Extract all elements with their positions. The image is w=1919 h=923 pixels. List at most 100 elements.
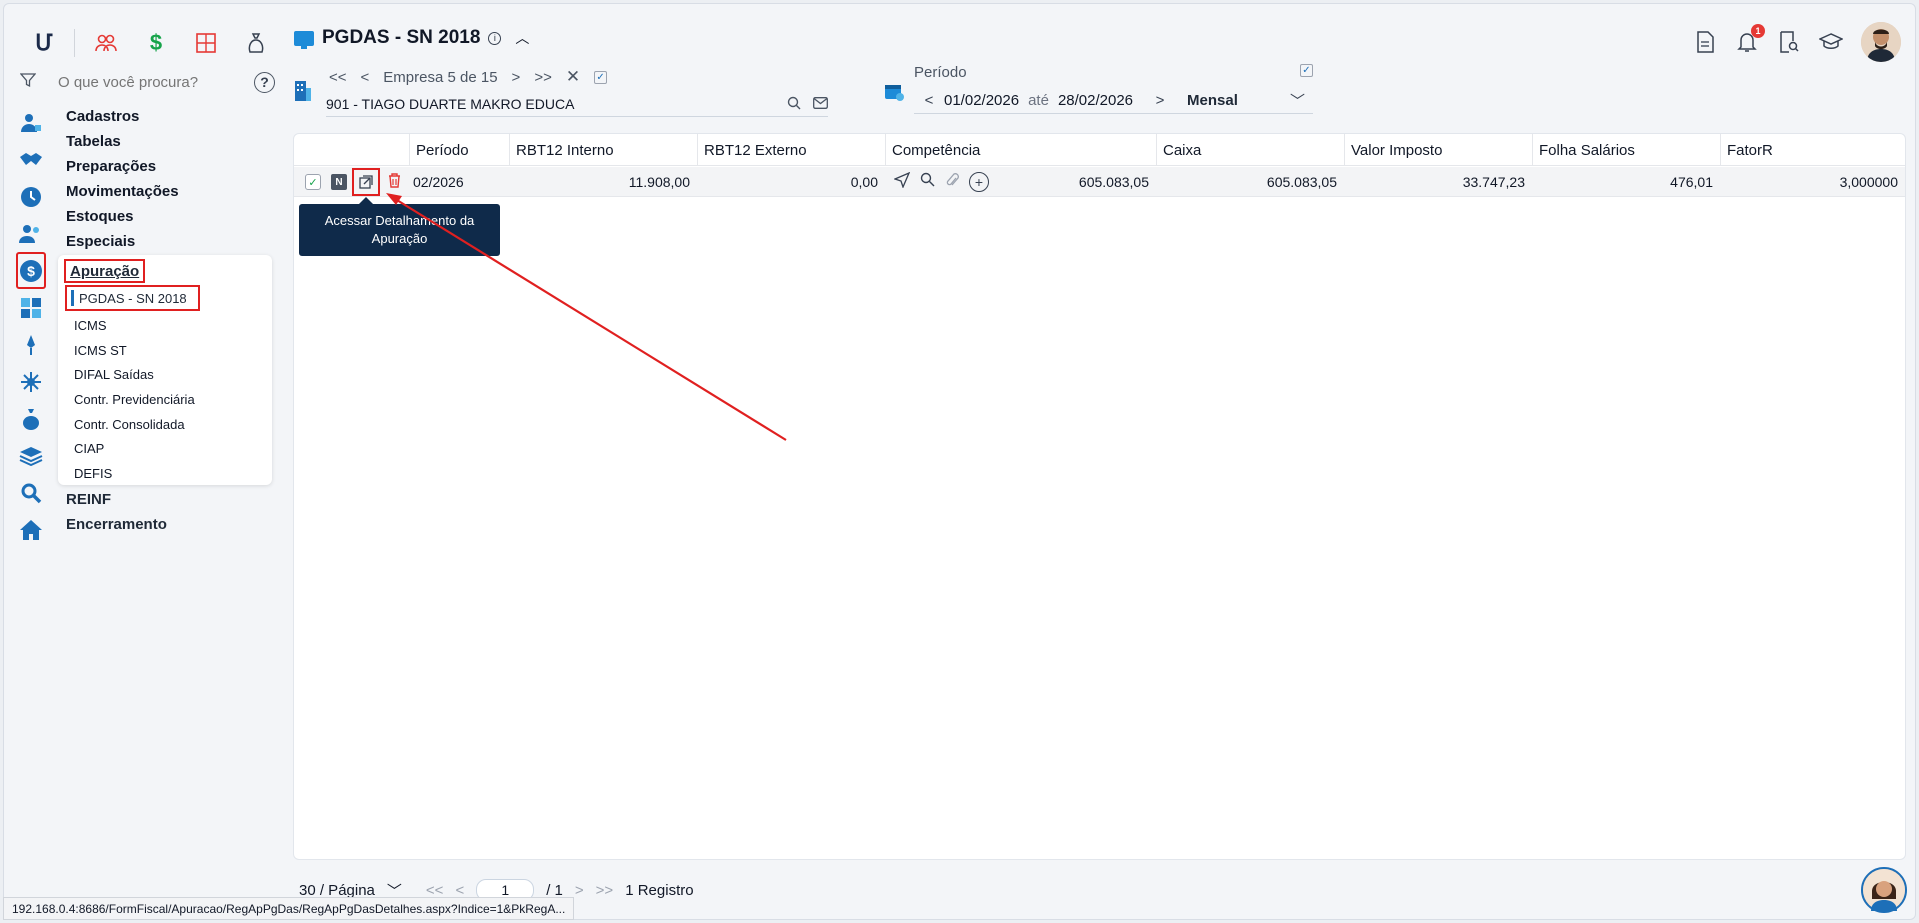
periodo-range: < 01/02/2026 até 28/02/2026 > Mensal ﹀ <box>914 87 1313 114</box>
menu-item-cadastros[interactable]: Cadastros <box>66 104 276 129</box>
dollar-icon[interactable]: $ <box>131 28 181 58</box>
divider <box>74 29 75 57</box>
document-icon[interactable] <box>1693 30 1717 54</box>
user-avatar[interactable] <box>1861 22 1901 62</box>
next-chevron-icon[interactable]: > <box>512 69 521 86</box>
filter-icon[interactable] <box>19 72 42 93</box>
table-row[interactable]: ✓ N 02/2026 11.908,00 0,00 + 605.083,05 … <box>294 167 1905 197</box>
submenu-item-difal[interactable]: DIFAL Saídas <box>74 362 195 387</box>
menu-item-especiais[interactable]: Especiais <box>66 229 276 254</box>
home-icon[interactable] <box>16 511 46 548</box>
cell-rbt12-interno: 11.908,00 <box>628 174 690 190</box>
periodo-selector: Período ✓ < 01/02/2026 até 28/02/2026 > … <box>884 64 1319 114</box>
mail-icon[interactable] <box>813 96 828 112</box>
money-bag-icon[interactable] <box>231 28 281 58</box>
column-header-fatorr[interactable]: FatorR <box>1720 134 1907 166</box>
cell-rbt12-externo: 0,00 <box>850 174 878 190</box>
logo[interactable]: Մ <box>18 28 68 58</box>
open-detail-icon[interactable] <box>352 168 380 196</box>
pen-icon[interactable] <box>16 326 46 363</box>
last-double-chevron-icon[interactable]: >> <box>534 69 552 86</box>
network-icon[interactable] <box>16 363 46 400</box>
submenu-item-contr-previdenciaria[interactable]: Contr. Previdenciária <box>74 387 195 412</box>
tooltip: Acessar Detalhamento da Apuração <box>299 197 500 256</box>
page-header: PGDAS - SN 2018 i ︿ <box>294 27 529 49</box>
first-double-chevron-icon[interactable]: << <box>329 69 347 86</box>
prev-chevron-icon[interactable]: < <box>361 69 370 86</box>
delete-button[interactable] <box>388 167 401 197</box>
empresa-field[interactable]: 901 - TIAGO DUARTE MAKRO EDUCA <box>326 92 828 117</box>
cell-fatorr: 3,000000 <box>1839 174 1898 190</box>
bell-icon[interactable]: 1 <box>1735 24 1765 54</box>
search-icon[interactable] <box>787 96 801 113</box>
report-search-icon[interactable] <box>1777 30 1801 54</box>
prev-page-icon[interactable]: < <box>455 882 464 899</box>
prev-period-chevron-icon[interactable]: < <box>914 92 944 109</box>
search-input[interactable] <box>58 73 238 91</box>
graduation-cap-icon[interactable] <box>1819 30 1843 54</box>
calculator-icon[interactable] <box>181 28 231 58</box>
column-header-caixa[interactable]: Caixa <box>1156 134 1344 166</box>
submenu-item-pgdas[interactable]: PGDAS - SN 2018 <box>65 285 200 311</box>
grid-calculator-icon[interactable] <box>16 289 46 326</box>
submenu-title-apuracao[interactable]: Apuração <box>64 259 146 283</box>
people-icon[interactable] <box>81 28 131 58</box>
menu-item-tabelas[interactable]: Tabelas <box>66 129 276 154</box>
row-checkbox[interactable]: ✓ <box>305 167 321 197</box>
apuracao-submenu: Apuração PGDAS - SN 2018 ICMS ICMS ST DI… <box>58 255 272 485</box>
first-page-icon[interactable]: << <box>426 882 444 899</box>
menu-item-reinf[interactable]: REINF <box>66 487 167 512</box>
detail-button[interactable] <box>352 167 380 197</box>
money-bag-icon[interactable] <box>16 400 46 437</box>
assistant-avatar[interactable] <box>1861 867 1907 913</box>
column-header-rbt12-externo[interactable]: RBT12 Externo <box>697 134 885 166</box>
close-icon[interactable]: ✕ <box>566 67 580 87</box>
top-right-toolbar: 1 <box>1693 22 1901 62</box>
apuracao-grid: Período RBT12 Interno RBT12 Externo Comp… <box>293 133 1906 860</box>
users-icon[interactable] <box>16 215 46 252</box>
periodo-label: Período <box>914 64 967 81</box>
empresa-value: 901 - TIAGO DUARTE MAKRO EDUCA <box>326 96 575 112</box>
menu-item-preparacoes[interactable]: Preparações <box>66 154 276 179</box>
search-icon[interactable] <box>16 474 46 511</box>
last-page-icon[interactable]: >> <box>596 882 614 899</box>
submenu-item-icms-st[interactable]: ICMS ST <box>74 338 195 363</box>
period-start-date[interactable]: 01/02/2026 <box>944 92 1019 109</box>
trash-icon[interactable] <box>388 172 401 192</box>
submenu-item-ciap[interactable]: CIAP <box>74 436 195 461</box>
next-period-chevron-icon[interactable]: > <box>1145 92 1175 109</box>
cell-periodo: 02/2026 <box>413 174 464 190</box>
column-header-folha-salarios[interactable]: Folha Salários <box>1532 134 1720 166</box>
period-end-date[interactable]: 28/02/2026 <box>1058 92 1133 109</box>
column-header-periodo[interactable]: Período <box>409 134 509 166</box>
total-pages: / 1 <box>546 881 563 899</box>
help-icon[interactable]: ? <box>254 71 275 93</box>
row-type-badge: N <box>331 167 347 197</box>
periodo-checkbox[interactable]: ✓ <box>1300 64 1313 77</box>
building-icon <box>294 80 312 102</box>
period-separator: até <box>1028 91 1049 109</box>
apuracao-dollar-icon[interactable]: $ <box>16 252 46 289</box>
module-icon-column: $ <box>16 104 46 548</box>
submenu-item-icms[interactable]: ICMS <box>74 313 195 338</box>
column-header-competencia[interactable]: Competência <box>885 134 1156 166</box>
menu-item-movimentacoes[interactable]: Movimentações <box>66 179 276 204</box>
menu-item-encerramento[interactable]: Encerramento <box>66 512 167 537</box>
period-frequency-select[interactable]: Mensal <box>1187 92 1267 109</box>
submenu-item-defis[interactable]: DEFIS <box>74 461 195 486</box>
empresa-checkbox[interactable]: ✓ <box>594 70 608 84</box>
submenu-item-contr-consolidada[interactable]: Contr. Consolidada <box>74 412 195 437</box>
submenu-item-label: PGDAS - SN 2018 <box>79 290 187 306</box>
handshake-icon[interactable] <box>16 141 46 178</box>
layers-icon[interactable] <box>16 437 46 474</box>
chevron-down-icon[interactable]: ﹀ <box>1290 90 1305 111</box>
column-header-rbt12-interno[interactable]: RBT12 Interno <box>509 134 697 166</box>
menu-item-estoques[interactable]: Estoques <box>66 204 276 229</box>
chevron-up-icon[interactable]: ︿ <box>515 28 529 48</box>
next-page-icon[interactable]: > <box>575 882 584 899</box>
info-icon[interactable]: i <box>488 31 502 45</box>
page-size-select[interactable]: 30 / Página <box>299 882 375 899</box>
column-header-valor-imposto[interactable]: Valor Imposto <box>1344 134 1532 166</box>
cadastros-icon[interactable] <box>16 104 46 141</box>
clock-icon[interactable] <box>16 178 46 215</box>
